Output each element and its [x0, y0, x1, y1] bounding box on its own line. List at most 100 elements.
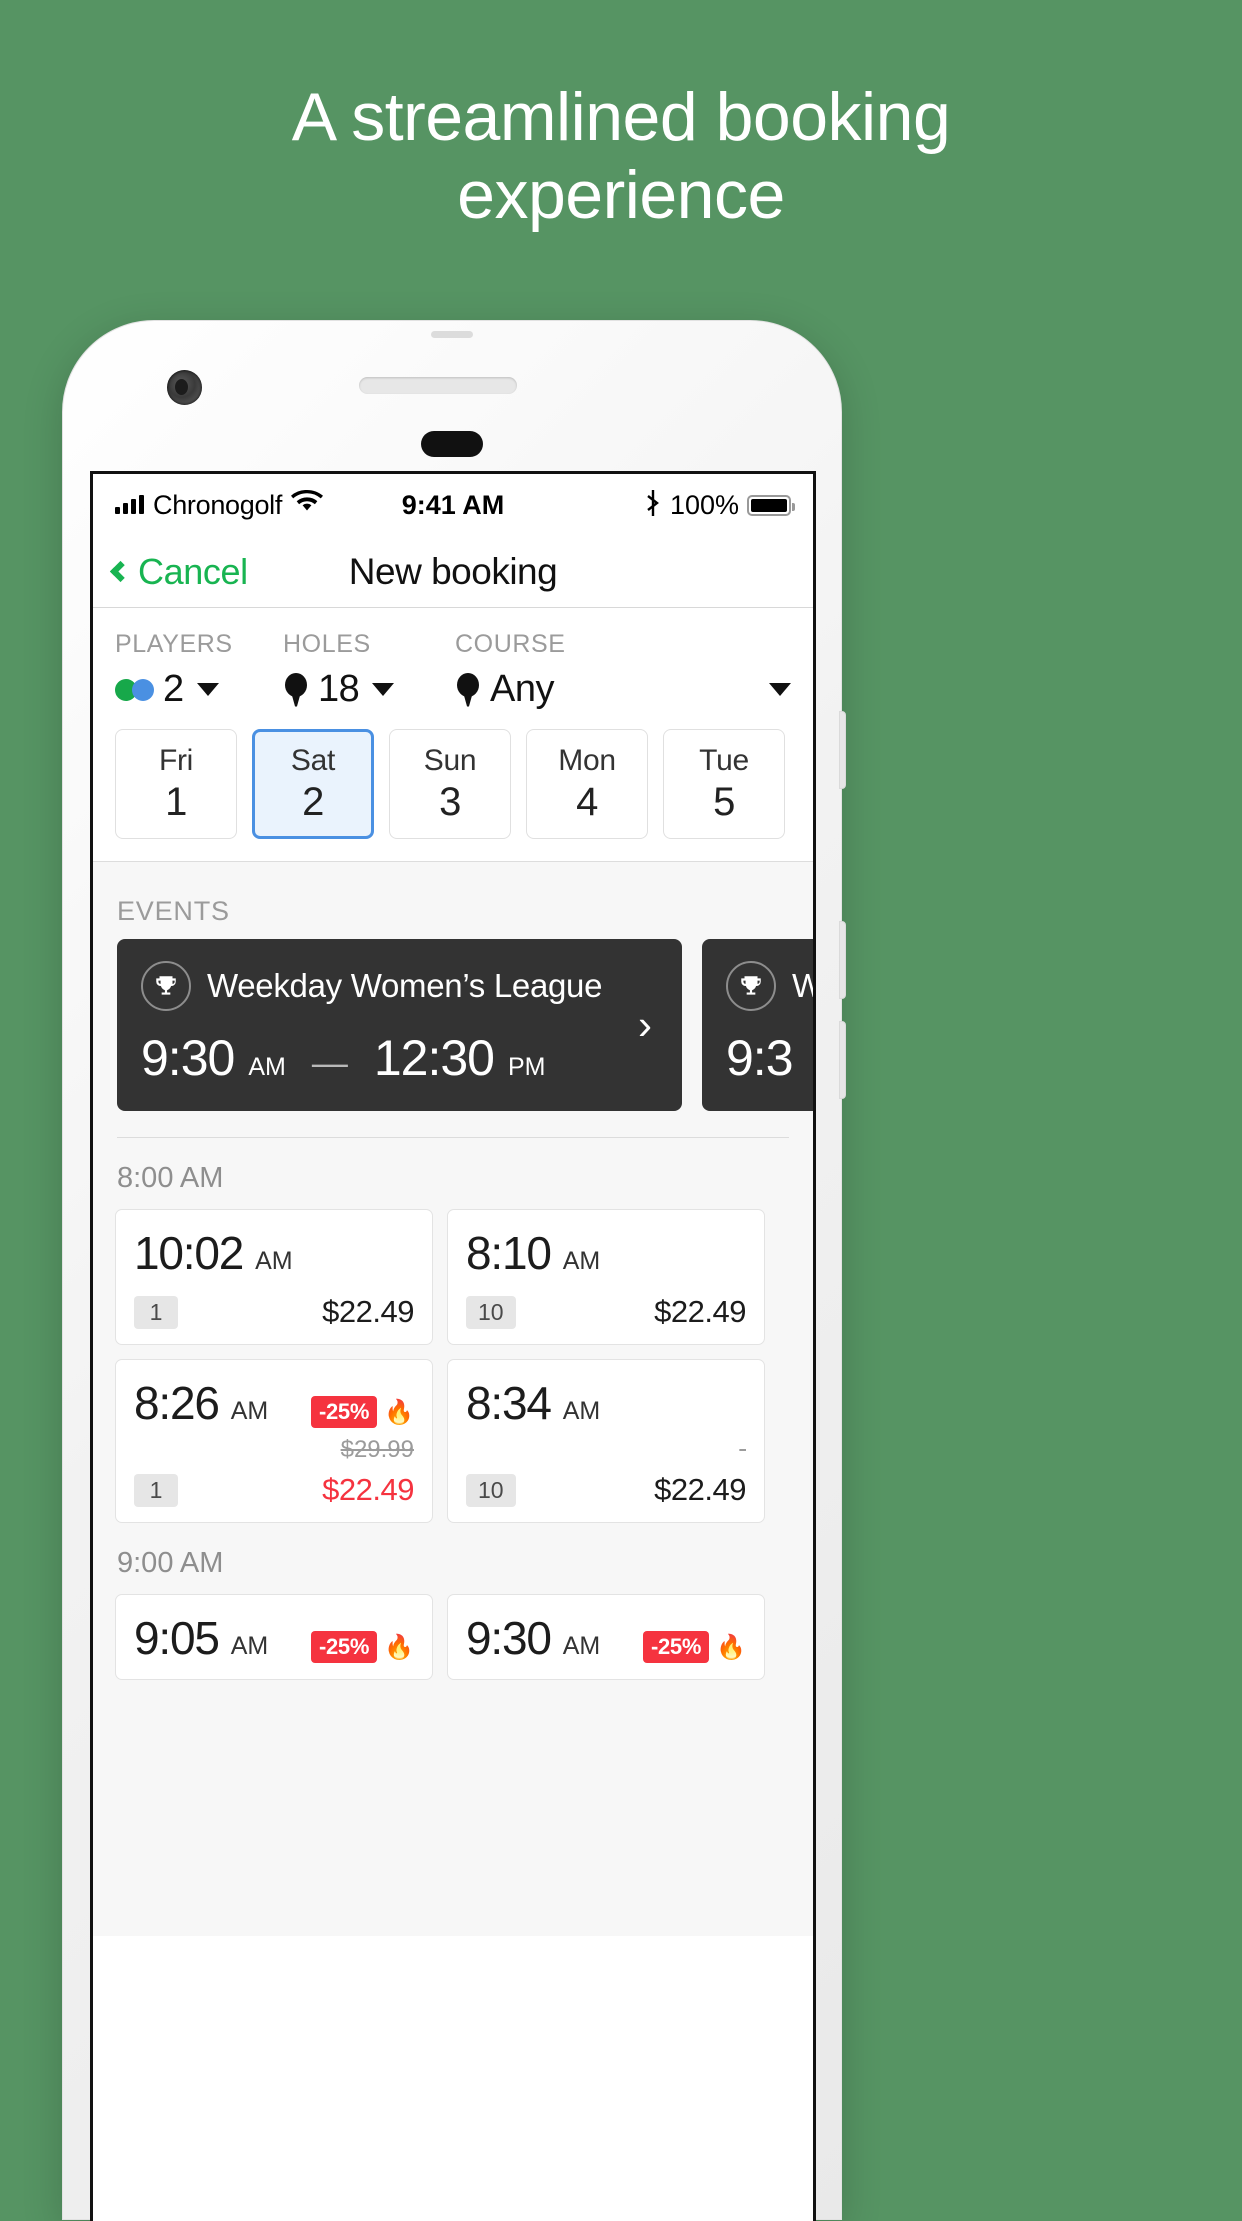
earpiece-speaker — [359, 377, 517, 394]
filter-holes-value-row: 18 — [283, 668, 455, 711]
tee-time-ampm: AM — [562, 1247, 601, 1275]
tee-time-ampm: AM — [230, 1632, 269, 1660]
battery-full-icon — [747, 494, 795, 516]
date-card-number: 5 — [713, 779, 735, 824]
chevron-right-icon[interactable]: › — [638, 1004, 652, 1046]
slots-badge: 1 — [134, 1295, 178, 1329]
filter-players-value: 2 — [163, 668, 184, 710]
date-card-fri[interactable]: Fri 1 — [115, 729, 237, 839]
tee-time-card-bottom: 1 $22.49 — [134, 1294, 414, 1330]
filter-holes-value: 18 — [318, 668, 360, 710]
event-card-header: Weekday Women’s League — [141, 961, 658, 1011]
events-section-title: EVENTS — [117, 896, 230, 926]
discount-group: -25% 🔥 — [642, 1631, 746, 1663]
tee-time: 8:26 — [134, 1377, 220, 1429]
tee-time-card-top: 8:10 AM — [466, 1226, 746, 1280]
discount-badge: -25% — [642, 1631, 710, 1663]
marketing-headline: A streamlined booking experience — [0, 78, 1242, 234]
slots-badge: 10 — [466, 1295, 516, 1329]
slots-badge: 10 — [466, 1473, 516, 1507]
event-name: W — [792, 967, 813, 1005]
headline-line-1: A streamlined booking — [291, 79, 951, 155]
original-price-placeholder — [466, 1436, 746, 1464]
home-button[interactable] — [421, 431, 483, 457]
filter-course-label: COURSE — [455, 630, 566, 658]
discount-group: -25% 🔥 — [310, 1631, 414, 1663]
filter-bar: PLAYERS 2 HOLES 18 COURSE Any — [93, 608, 813, 723]
event-time-range: 9:3 — [726, 1029, 813, 1087]
status-bar: Chronogolf 9:41 AM 100% — [93, 474, 813, 536]
wifi-icon — [291, 489, 324, 521]
events-carousel[interactable]: Weekday Women’s League 9:30 AM — 12:30 P… — [93, 939, 813, 1111]
slots-badge: 1 — [134, 1473, 178, 1507]
tee-time-card[interactable]: 10:02 AM 1 $22.49 — [115, 1209, 433, 1345]
event-card-header: W — [726, 961, 813, 1011]
discount-badge: -25% — [310, 1396, 378, 1428]
event-start-time: 9:3 — [726, 1030, 794, 1086]
date-card-sun[interactable]: Sun 3 — [389, 729, 511, 839]
tee-time-card-discounted[interactable]: 9:30 AM -25% 🔥 — [447, 1594, 765, 1680]
date-card-sat-selected[interactable]: Sat 2 — [252, 729, 374, 839]
discount-group: -25% 🔥 — [310, 1396, 414, 1428]
event-card-next[interactable]: W 9:3 — [702, 939, 813, 1111]
golf-tee-icon — [455, 672, 481, 707]
tee-time-price: $22.49 — [654, 1294, 746, 1329]
tee-time-price: $22.49 — [654, 1472, 746, 1507]
date-card-number: 1 — [165, 779, 187, 824]
chevron-down-icon — [372, 683, 395, 696]
tee-time-card[interactable]: 8:10 AM 10 $22.49 — [447, 1209, 765, 1345]
tee-time: 9:05 — [134, 1612, 220, 1664]
tee-time-group-header-9am: 9:00 AM — [117, 1547, 224, 1579]
original-price: $29.99 — [340, 1436, 414, 1463]
tee-time-card-top: 10:02 AM — [134, 1226, 414, 1280]
volume-down-button[interactable] — [839, 921, 846, 999]
event-end-time: 12:30 — [373, 1030, 495, 1086]
date-card-mon[interactable]: Mon 4 — [526, 729, 648, 839]
volume-up-button[interactable] — [839, 711, 846, 789]
tee-time-ampm: AM — [230, 1397, 269, 1425]
tee-time-card-bottom: 10 $22.49 — [466, 1294, 746, 1330]
filter-players-label: PLAYERS — [115, 630, 233, 658]
golf-tee-icon — [283, 672, 309, 707]
carrier-label: Chronogolf — [153, 489, 283, 520]
event-time-range: 9:30 AM — 12:30 PM — [141, 1029, 658, 1087]
date-card-tue[interactable]: Tue 5 — [663, 729, 785, 839]
filter-course[interactable]: COURSE Any — [455, 630, 791, 711]
signal-bars-icon — [115, 495, 144, 514]
tee-time-group-header-8am: 8:00 AM — [117, 1162, 224, 1194]
phone-screen: Chronogolf 9:41 AM 100% Cancel New booki… — [90, 471, 816, 2221]
tee-time-grid-9am: 9:05 AM -25% 🔥 9:30 AM -25% 🔥 — [93, 1594, 813, 1680]
discount-badge: -25% — [310, 1631, 378, 1663]
event-card[interactable]: Weekday Women’s League 9:30 AM — 12:30 P… — [117, 939, 682, 1111]
trophy-icon — [726, 961, 776, 1011]
event-start-ampm: AM — [248, 1053, 286, 1081]
date-card-day: Sat — [290, 743, 336, 777]
bluetooth-icon — [644, 489, 662, 521]
date-selector[interactable]: Fri 1 Sat 2 Sun 3 Mon 4 Tue 5 — [93, 723, 813, 862]
tee-time-card-bottom: 1 $22.49 — [134, 1472, 414, 1508]
chevron-down-icon — [196, 683, 219, 696]
tee-time: 9:30 — [466, 1612, 552, 1664]
tee-time-ampm: AM — [562, 1397, 601, 1425]
top-sensor-slit — [431, 331, 473, 338]
headline-line-2: experience — [457, 157, 785, 233]
status-bar-left: Chronogolf — [115, 489, 324, 521]
date-card-day: Sun — [423, 743, 477, 777]
filter-players-value-row: 2 — [115, 668, 283, 711]
filter-course-value-row: Any — [455, 668, 791, 711]
filter-players[interactable]: PLAYERS 2 — [115, 630, 283, 711]
flame-icon: 🔥 — [384, 1633, 414, 1661]
date-card-day: Mon — [558, 743, 616, 777]
tee-time-card-discounted[interactable]: 8:26 AM -25% 🔥 $29.99 1 $22.49 — [115, 1359, 433, 1523]
date-card-day: Fri — [158, 743, 194, 777]
status-bar-right: 100% — [644, 489, 795, 521]
filter-holes[interactable]: HOLES 18 — [283, 630, 455, 711]
navigation-bar: Cancel New booking — [93, 536, 813, 608]
tee-time-card-top: 9:05 AM -25% 🔥 — [134, 1611, 414, 1665]
tee-time-card-top: 8:34 AM — [466, 1376, 746, 1430]
tee-time-card-top: 9:30 AM -25% 🔥 — [466, 1611, 746, 1665]
tee-time-card-discounted[interactable]: 9:05 AM -25% 🔥 — [115, 1594, 433, 1680]
power-button[interactable] — [839, 1021, 846, 1099]
event-time-dash: — — [311, 1042, 348, 1083]
tee-time-card[interactable]: 8:34 AM 10 $22.49 — [447, 1359, 765, 1523]
